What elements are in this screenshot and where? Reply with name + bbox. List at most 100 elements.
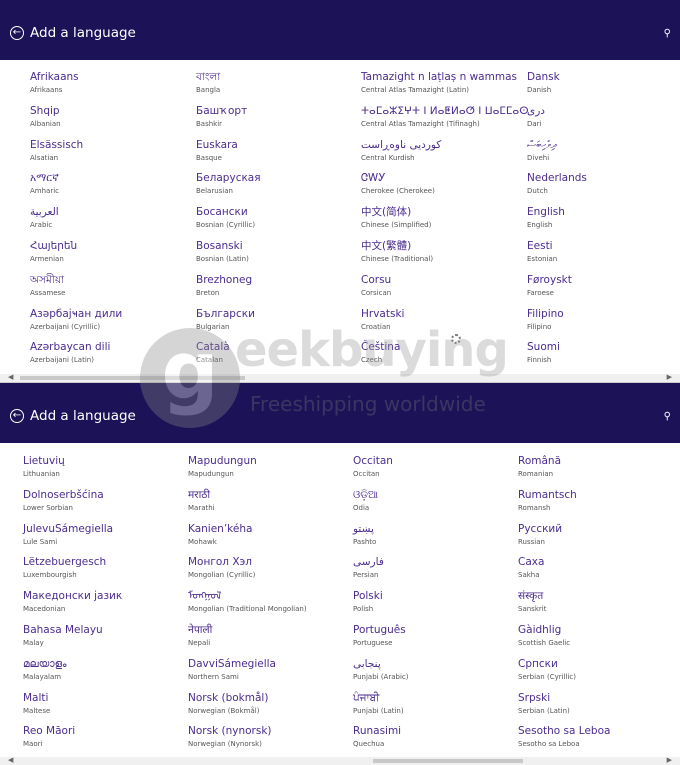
language-item[interactable]: Српски Serbian (Cyrillic) bbox=[518, 658, 680, 682]
language-item[interactable]: বাংলা Bangla bbox=[196, 71, 361, 95]
language-item[interactable]: ⵜⴰⵎⴰⵣⵉⵖⵜ ⵏ ⵍⴰⵟⵍⴰⵚ ⵏ ⵡⴰⵎⵎⴰⵙ Central Atlas … bbox=[361, 105, 529, 129]
language-item[interactable]: ᠮᠣᠩᠭᠣᠯ Mongolian (Traditional Mongolian) bbox=[188, 590, 353, 614]
language-item[interactable]: संस्कृत Sanskrit bbox=[518, 590, 680, 614]
language-item[interactable]: Čeština Czech bbox=[361, 341, 526, 365]
language-item[interactable]: Հայերեն Armenian bbox=[30, 240, 195, 264]
language-item[interactable]: മലയാളം Malayalam bbox=[23, 658, 188, 682]
language-item[interactable]: Gàidhlig Scottish Gaelic bbox=[518, 624, 680, 648]
language-item[interactable]: Eesti Estonian bbox=[527, 240, 680, 264]
language-item[interactable]: Саха Sakha bbox=[518, 556, 680, 580]
language-native-name: Malti bbox=[23, 691, 49, 704]
language-item[interactable]: मराठी Marathi bbox=[188, 489, 353, 513]
language-native-name: ᏣᎳᎩ bbox=[361, 172, 386, 185]
language-item[interactable]: Føroyskt Faroese bbox=[527, 274, 680, 298]
language-item[interactable]: Македонски јазик Macedonian bbox=[23, 590, 188, 614]
language-item[interactable]: Elsässisch Alsatian bbox=[30, 139, 195, 163]
language-item[interactable]: Български Bulgarian bbox=[196, 308, 361, 332]
language-native-name: Mapudungun bbox=[188, 455, 257, 467]
language-item[interactable]: Malti Maltese bbox=[23, 692, 188, 716]
language-item[interactable]: Afrikaans Afrikaans bbox=[30, 71, 195, 95]
back-arrow-icon[interactable]: ← bbox=[10, 409, 24, 423]
language-english-name: Northern Sami bbox=[188, 672, 239, 681]
language-item[interactable]: Brezhoneg Breton bbox=[196, 274, 361, 298]
search-icon[interactable]: ⚲ bbox=[664, 411, 671, 422]
language-item[interactable]: Dolnoserbšćina Lower Sorbian bbox=[23, 489, 188, 513]
language-item[interactable]: Русский Russian bbox=[518, 523, 680, 547]
language-native-name: ଓଡ଼ିଆ bbox=[353, 488, 379, 501]
language-item[interactable]: فارسی Persian bbox=[353, 556, 518, 580]
language-item[interactable]: English English bbox=[527, 206, 680, 230]
horizontal-scrollbar[interactable]: ◀ ▶ bbox=[0, 373, 680, 382]
language-item[interactable]: Bahasa Melayu Malay bbox=[23, 624, 188, 648]
language-item[interactable]: Беларуская Belarusian bbox=[196, 172, 361, 196]
language-item[interactable]: DavviSámegiella Northern Sami bbox=[188, 658, 353, 682]
language-item[interactable]: Lietuvių Lithuanian bbox=[23, 455, 188, 479]
language-native-name: Euskara bbox=[196, 138, 238, 151]
language-item[interactable]: دری Dari bbox=[527, 105, 680, 129]
language-item[interactable]: অসমীয়া Assamese bbox=[30, 274, 195, 298]
language-item[interactable]: Nederlands Dutch bbox=[527, 172, 680, 196]
language-item[interactable]: 中文(繁體) Chinese (Traditional) bbox=[361, 240, 526, 264]
language-item[interactable]: Català Catalan bbox=[196, 341, 361, 365]
language-item[interactable]: Suomi Finnish bbox=[527, 341, 680, 365]
language-item[interactable]: Tamazight n laṭlaṣ n wammas Central Atlas… bbox=[361, 71, 526, 95]
language-item[interactable]: پنجابی Punjabi (Arabic) bbox=[353, 658, 518, 682]
language-item[interactable]: Kanien’kéha Mohawk bbox=[188, 523, 353, 547]
horizontal-scrollbar[interactable]: ◀ ▶ bbox=[0, 756, 680, 765]
language-item[interactable]: Mapudungun Mapudungun bbox=[188, 455, 353, 479]
language-item[interactable]: Norsk (nynorsk) Norwegian (Nynorsk) bbox=[188, 725, 353, 749]
language-item[interactable]: Polski Polish bbox=[353, 590, 518, 614]
language-item[interactable]: ਪੰਜਾਬੀ Punjabi (Latin) bbox=[353, 692, 518, 716]
scroll-left-icon[interactable]: ◀ bbox=[8, 373, 13, 381]
language-item[interactable]: አማርኛ Amharic bbox=[30, 172, 195, 196]
language-native-name: Lëtzebuergesch bbox=[23, 556, 107, 569]
language-item[interactable]: العربية Arabic bbox=[30, 206, 195, 230]
language-native-name: Азәрбајҹан дили bbox=[30, 307, 123, 320]
language-item[interactable]: Norsk (bokmål) Norwegian (Bokmål) bbox=[188, 692, 353, 716]
language-item[interactable]: Corsu Corsican bbox=[361, 274, 526, 298]
language-item[interactable]: Монгол Хэл Mongolian (Cyrillic) bbox=[188, 556, 353, 580]
language-item[interactable]: پښتو Pashto bbox=[353, 523, 518, 547]
language-item[interactable]: JulevuSámegiella Lule Sami bbox=[23, 523, 188, 547]
language-item[interactable]: Português Portuguese bbox=[353, 624, 518, 648]
language-item[interactable]: Азәрбајҹан дили Azerbaijani (Cyrillic) bbox=[30, 308, 195, 332]
scrollbar-thumb[interactable] bbox=[20, 376, 245, 380]
language-item[interactable]: Runasimi Quechua bbox=[353, 725, 518, 749]
language-item[interactable]: Rumantsch Romansh bbox=[518, 489, 680, 513]
language-english-name: Maltese bbox=[23, 706, 51, 715]
language-item[interactable]: Босански Bosnian (Cyrillic) bbox=[196, 206, 361, 230]
language-item[interactable]: Dansk Danish bbox=[527, 71, 680, 95]
language-item[interactable]: Hrvatski Croatian bbox=[361, 308, 526, 332]
language-english-name: Pashto bbox=[353, 537, 377, 546]
language-item[interactable]: Filipino Filipino bbox=[527, 308, 680, 332]
language-english-name: Persian bbox=[353, 571, 379, 580]
language-item[interactable]: Occitan Occitan bbox=[353, 455, 518, 479]
language-item[interactable]: ᏣᎳᎩ Cherokee (Cherokee) bbox=[361, 172, 526, 196]
language-item[interactable]: Reo Māori Maori bbox=[23, 725, 188, 749]
language-item[interactable]: Shqip Albanian bbox=[30, 105, 195, 129]
language-item[interactable]: کوردیی ناوەڕاست Central Kurdish bbox=[361, 139, 526, 163]
language-item[interactable]: Euskara Basque bbox=[196, 139, 361, 163]
language-native-name: Kanien’kéha bbox=[188, 522, 253, 535]
language-item[interactable]: Română Romanian bbox=[518, 455, 680, 479]
language-item[interactable]: Srpski Serbian (Latin) bbox=[518, 692, 680, 716]
language-native-name: Čeština bbox=[361, 341, 401, 354]
language-item[interactable]: नेपाली Nepali bbox=[188, 624, 353, 648]
back-arrow-icon[interactable]: ← bbox=[10, 26, 24, 40]
language-english-name: Divehi bbox=[527, 153, 550, 162]
scrollbar-thumb[interactable] bbox=[373, 759, 523, 763]
search-icon[interactable]: ⚲ bbox=[664, 28, 671, 39]
language-item[interactable]: Sesotho sa Leboa Sesotho sa Leboa bbox=[518, 725, 680, 749]
language-item[interactable]: Bosanski Bosnian (Latin) bbox=[196, 240, 361, 264]
language-item[interactable]: Lëtzebuergesch Luxembourgish bbox=[23, 556, 188, 580]
language-english-name: Breton bbox=[196, 288, 220, 297]
language-item[interactable]: ދިވެހިބަސް Divehi bbox=[527, 139, 680, 163]
language-item[interactable]: Башҡорт Bashkir bbox=[196, 105, 361, 129]
language-item[interactable]: ଓଡ଼ିଆ Odia bbox=[353, 489, 518, 513]
scroll-left-icon[interactable]: ◀ bbox=[8, 756, 13, 764]
scroll-right-icon[interactable]: ▶ bbox=[667, 756, 672, 764]
language-native-name: دری bbox=[527, 104, 545, 117]
scroll-right-icon[interactable]: ▶ bbox=[667, 373, 672, 381]
language-item[interactable]: 中文(简体) Chinese (Simplified) bbox=[361, 206, 526, 230]
language-item[interactable]: Azərbaycan dili Azerbaijani (Latin) bbox=[30, 341, 195, 365]
